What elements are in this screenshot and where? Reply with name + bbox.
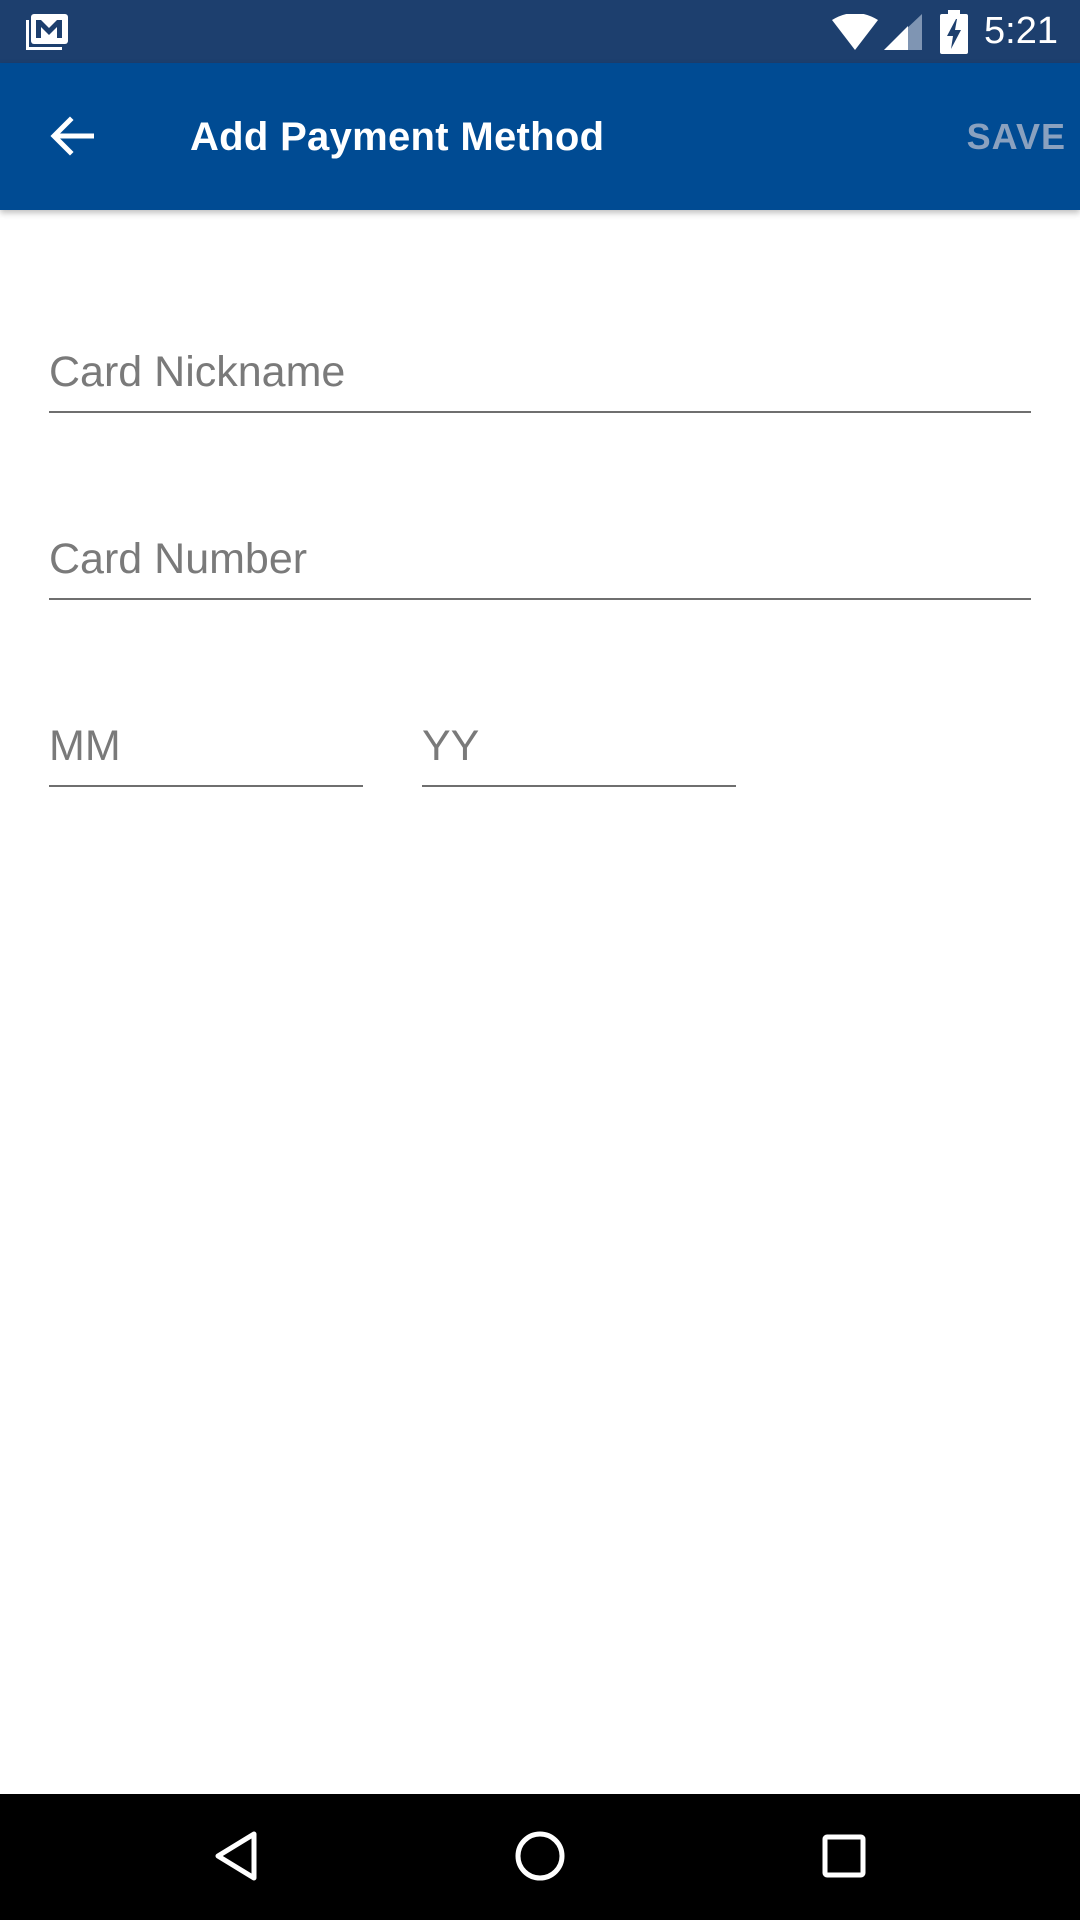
back-button[interactable] — [30, 96, 114, 180]
expiry-year-field[interactable] — [422, 697, 736, 787]
card-nickname-input[interactable] — [49, 348, 1031, 397]
nav-recents-button[interactable] — [804, 1818, 884, 1898]
battery-charging-icon — [940, 10, 968, 54]
wifi-icon — [832, 13, 878, 50]
status-clock: 5:21 — [984, 10, 1058, 52]
page-title: Add Payment Method — [190, 115, 605, 159]
status-bar: 5:21 — [0, 0, 1080, 63]
system-nav-bar — [0, 1794, 1080, 1920]
nav-home-button[interactable] — [500, 1818, 580, 1898]
notification-mail-icon — [24, 12, 70, 52]
card-number-input[interactable] — [49, 535, 1031, 584]
app-bar: Add Payment Method SAVE — [0, 63, 1080, 210]
expiry-month-field[interactable] — [49, 697, 363, 787]
expiry-month-input[interactable] — [49, 722, 363, 771]
card-number-field[interactable] — [49, 510, 1031, 600]
recents-square-icon — [821, 1833, 867, 1884]
back-triangle-icon — [212, 1830, 260, 1887]
arrow-back-icon — [50, 115, 95, 161]
save-button[interactable]: SAVE — [967, 113, 1066, 161]
cell-signal-icon — [884, 14, 922, 50]
expiry-year-input[interactable] — [422, 722, 736, 771]
home-circle-icon — [514, 1830, 566, 1887]
card-nickname-field[interactable] — [49, 323, 1031, 413]
nav-back-button[interactable] — [196, 1818, 276, 1898]
